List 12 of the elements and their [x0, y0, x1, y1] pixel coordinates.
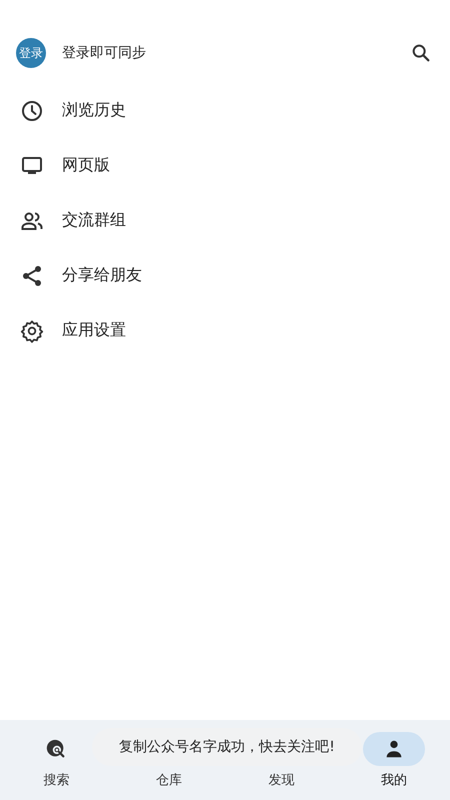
clock-icon	[20, 98, 44, 122]
avatar[interactable]: 登录	[16, 38, 46, 68]
menu-item[interactable]: 应用设置	[0, 303, 450, 358]
login-prompt[interactable]: 登录即可同步	[62, 44, 146, 62]
menu-item[interactable]: 浏览历史	[0, 83, 450, 138]
globe-search-icon	[45, 738, 68, 760]
menu-item[interactable]: 交流群组	[0, 193, 450, 248]
menu-item[interactable]: 网页版	[0, 138, 450, 193]
search-icon[interactable]	[410, 42, 432, 64]
menu-item[interactable]: 分享给朋友	[0, 248, 450, 303]
gear-icon	[20, 318, 44, 342]
share-icon	[20, 264, 44, 288]
